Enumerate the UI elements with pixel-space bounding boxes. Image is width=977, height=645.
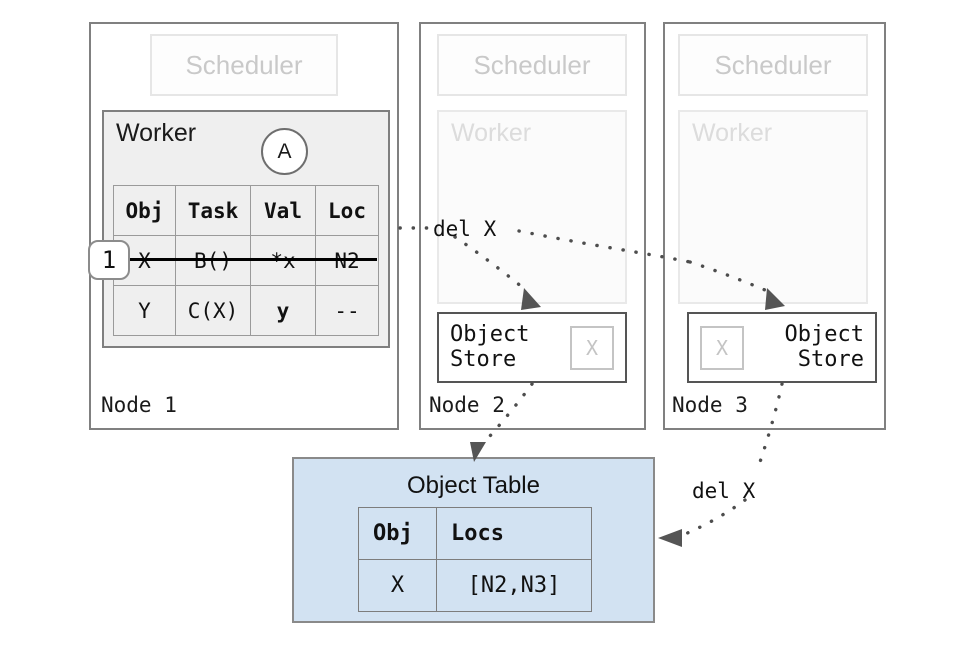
task-table-header-obj: Obj [113,185,176,236]
object-table-row-1-locs: [N2,N3] [436,559,592,612]
table-row: Y C(X) y -- [113,285,379,336]
node-2-object-store: Object Store X [437,312,627,383]
step-badge-label: 1 [101,246,117,274]
node-3-worker-label: Worker [692,119,773,147]
object-table: Obj Locs X [N2,N3] [358,507,592,612]
task-row-2-obj: Y [113,285,176,336]
node-3-label: Node 3 [672,393,748,417]
node-3-object-slot-x: X [700,325,744,370]
table-header-row: Obj Task Val Loc [113,185,379,236]
table-header-row: Obj Locs [358,507,592,560]
os-line-1: Object [784,321,864,347]
object-slot-label: X [715,335,729,360]
os-line-2: Store [450,346,517,372]
arrow-node3-store-to-object-table-2 [676,498,747,539]
edge-label-del-x-bottom: del X [692,479,756,503]
object-table-header-obj: Obj [358,507,437,560]
node-1-worker-label: Worker [116,119,197,147]
node-3-worker-box: Worker [678,110,868,304]
node-3-scheduler-box: Scheduler [678,34,868,96]
task-row-2-task: C(X) [175,285,251,336]
task-row-2-val: y [250,285,316,336]
step-badge-1: 1 [88,240,130,280]
node-1-task-circle-a: A [261,128,308,175]
task-table-header-loc: Loc [315,185,379,236]
task-row-1-strikethrough [126,258,377,261]
arrow-head-object-table-right [658,529,682,547]
os-line-1: Object [450,321,530,347]
table-row: X [N2,N3] [358,559,592,612]
object-table-title: Object Table [407,472,540,499]
node-2-scheduler-box: Scheduler [437,34,627,96]
os-line-2: Store [797,346,864,372]
task-table-header-task: Task [175,185,251,236]
node-2-object-store-label: Object Store [450,321,530,372]
node-3-scheduler-label: Scheduler [714,49,832,80]
node-1-label: Node 1 [101,393,177,417]
task-table-header-val: Val [250,185,316,236]
node-2-label: Node 2 [429,393,505,417]
node-2-worker-box: Worker [437,110,627,304]
node-2-scheduler-label: Scheduler [473,49,591,80]
node-2-object-slot-x: X [570,325,614,370]
node-2-worker-label: Worker [451,119,532,147]
node-3-object-store: X Object Store [687,312,877,383]
node-1-scheduler-box: Scheduler [150,34,338,96]
node-1-scheduler-label: Scheduler [185,49,303,80]
object-slot-label: X [585,335,599,360]
object-table-row-1-obj: X [358,559,437,612]
edge-label-del-x-top: del X [433,217,497,241]
object-table-header-locs: Locs [436,507,592,560]
task-row-2-loc: -- [315,285,379,336]
node-3-object-store-label: Object Store [784,321,864,372]
diagram-canvas: Scheduler Worker A Obj Task Val Loc X B(… [0,0,977,645]
task-circle-label: A [277,139,292,163]
